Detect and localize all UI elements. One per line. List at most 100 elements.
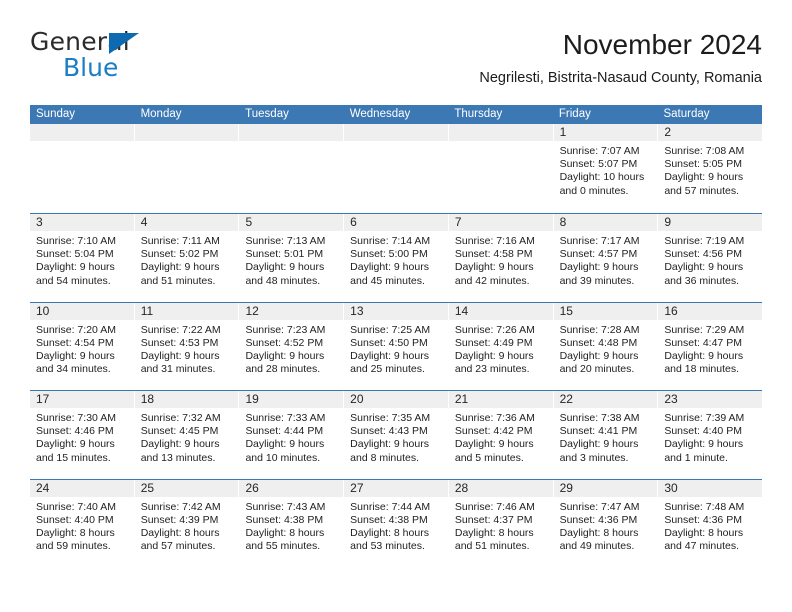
sunrise-text: Sunrise: 7:33 AM bbox=[245, 412, 326, 424]
daylight-text: and 5 minutes. bbox=[454, 451, 524, 464]
weekday-header-wednesday: Wednesday bbox=[349, 108, 411, 120]
calendar-day-cell[interactable]: 10 Sunrise: 7:20 AM Sunset: 4:54 PM Dayligh… bbox=[30, 302, 135, 390]
calendar-day-cell[interactable]: 11 Sunrise: 7:22 AM Sunset: 4:53 PM Dayligh… bbox=[134, 302, 240, 390]
calendar-day-cell[interactable]: 12 Sunrise: 7:23 AM Sunset: 4:52 PM Dayligh… bbox=[239, 302, 345, 390]
daylight-text: Daylight: 9 hours bbox=[454, 349, 534, 362]
calendar-day-cell[interactable]: 22 Sunrise: 7:38 AM Sunset: 4:41 PM Dayligh… bbox=[553, 391, 659, 479]
day-details: Sunrise: 7:20 AM Sunset: 4:54 PM Daylight:… bbox=[30, 320, 134, 377]
sunrise-text: Sunrise: 7:23 AM bbox=[245, 323, 326, 336]
day-details: Sunrise: 7:35 AM Sunset: 4:43 PM Daylight:… bbox=[344, 408, 448, 465]
general-blue-logo[interactable]: General Blue bbox=[30, 28, 250, 90]
day-details: Sunrise: 7:17 AM Sunset: 4:57 PM Daylight:… bbox=[554, 231, 658, 288]
sunrise-text: Sunrise: 7:20 AM bbox=[36, 323, 116, 336]
day-number: 27 bbox=[344, 479, 448, 497]
calendar-day-cell[interactable]: 20 Sunrise: 7:35 AM Sunset: 4:43 PM Dayligh… bbox=[344, 391, 449, 479]
calendar-day-cell[interactable]: 1 Sunrise: 7:07 AM Sunset: 5:07 PM Daylight… bbox=[553, 124, 659, 213]
daylight-text: Daylight: 9 hours bbox=[350, 261, 429, 274]
sunset-text: Sunset: 4:38 PM bbox=[350, 513, 428, 526]
day-details: Sunrise: 7:42 AM Sunset: 4:39 PM Daylight:… bbox=[135, 497, 239, 554]
calendar-day-cell[interactable]: 14 Sunrise: 7:26 AM Sunset: 4:49 PM Dayligh… bbox=[448, 302, 554, 390]
calendar-day-cell[interactable]: 26 Sunrise: 7:43 AM Sunset: 4:38 PM Dayligh… bbox=[239, 479, 345, 567]
sunset-text: Sunset: 5:07 PM bbox=[559, 158, 638, 171]
sunset-text: Sunset: 4:52 PM bbox=[245, 336, 324, 349]
calendar-day-cell[interactable]: 9 Sunrise: 7:19 AM Sunset: 4:56 PM Daylight… bbox=[658, 214, 763, 302]
weekday-header-friday: Friday bbox=[558, 108, 591, 120]
calendar-day-cell[interactable]: 2 Sunrise: 7:08 AM Sunset: 5:05 PM Daylight… bbox=[658, 124, 763, 213]
day-number: 12 bbox=[239, 302, 344, 320]
calendar-week-row: 3 Sunrise: 7:10 AM Sunset: 5:04 PM Daylight… bbox=[30, 213, 763, 302]
daylight-text: Daylight: 9 hours bbox=[559, 261, 639, 274]
daylight-text: and 55 minutes. bbox=[245, 540, 321, 553]
day-details: Sunrise: 7:33 AM Sunset: 4:44 PM Daylight:… bbox=[239, 408, 343, 465]
calendar-cell-empty bbox=[30, 124, 135, 213]
calendar-day-cell[interactable]: 13 Sunrise: 7:25 AM Sunset: 4:50 PM Dayligh… bbox=[344, 302, 449, 390]
daylight-text: Daylight: 9 hours bbox=[664, 438, 744, 451]
day-number: 16 bbox=[658, 302, 763, 320]
calendar-day-cell[interactable]: 19 Sunrise: 7:33 AM Sunset: 4:44 PM Dayligh… bbox=[239, 391, 345, 479]
sunrise-text: Sunrise: 7:11 AM bbox=[140, 235, 220, 247]
sunrise-text: Sunrise: 7:40 AM bbox=[36, 500, 116, 513]
sunrise-text: Sunrise: 7:32 AM bbox=[140, 412, 221, 424]
calendar-day-cell[interactable]: 29 Sunrise: 7:47 AM Sunset: 4:36 PM Dayligh… bbox=[553, 479, 659, 567]
sunrise-text: Sunrise: 7:17 AM bbox=[559, 235, 640, 247]
daylight-text: and 36 minutes. bbox=[664, 274, 740, 287]
calendar-day-cell[interactable]: 5 Sunrise: 7:13 AM Sunset: 5:01 PM Daylight… bbox=[239, 214, 345, 302]
calendar-day-cell[interactable]: 25 Sunrise: 7:42 AM Sunset: 4:39 PM Dayligh… bbox=[134, 479, 240, 567]
daylight-text: Daylight: 9 hours bbox=[664, 171, 744, 184]
sunrise-text: Sunrise: 7:19 AM bbox=[664, 235, 745, 247]
calendar-day-cell[interactable]: 24 Sunrise: 7:40 AM Sunset: 4:40 PM Dayligh… bbox=[30, 479, 135, 567]
day-details: Sunrise: 7:39 AM Sunset: 4:40 PM Daylight:… bbox=[658, 408, 762, 465]
sunrise-text: Sunrise: 7:08 AM bbox=[664, 145, 745, 157]
daylight-text: Daylight: 9 hours bbox=[140, 349, 220, 362]
daylight-text: and 53 minutes. bbox=[350, 540, 425, 553]
day-number: 21 bbox=[448, 391, 553, 408]
sunset-text: Sunset: 4:57 PM bbox=[559, 248, 638, 261]
weekday-header-thursday: Thursday bbox=[454, 108, 503, 120]
daylight-text: Daylight: 9 hours bbox=[454, 261, 534, 274]
sunrise-text: Sunrise: 7:35 AM bbox=[350, 412, 431, 424]
calendar-day-cell[interactable]: 28 Sunrise: 7:46 AM Sunset: 4:37 PM Dayligh… bbox=[448, 479, 554, 567]
calendar-day-cell[interactable]: 21 Sunrise: 7:36 AM Sunset: 4:42 PM Dayligh… bbox=[448, 391, 554, 479]
day-details: Sunrise: 7:08 AM Sunset: 5:05 PM Daylight:… bbox=[658, 141, 762, 198]
calendar-day-cell[interactable]: 6 Sunrise: 7:14 AM Sunset: 5:00 PM Daylight… bbox=[344, 214, 449, 302]
calendar-day-cell[interactable]: 8 Sunrise: 7:17 AM Sunset: 4:57 PM Daylight… bbox=[553, 214, 659, 302]
sunset-text: Sunset: 5:02 PM bbox=[140, 248, 219, 261]
daylight-text: Daylight: 9 hours bbox=[36, 261, 115, 274]
daylight-text: Daylight: 9 hours bbox=[664, 261, 744, 274]
calendar-day-cell[interactable]: 23 Sunrise: 7:39 AM Sunset: 4:40 PM Dayligh… bbox=[658, 391, 763, 479]
day-details bbox=[449, 141, 553, 145]
sunset-text: Sunset: 4:43 PM bbox=[350, 425, 428, 438]
day-number: 7 bbox=[448, 214, 553, 231]
day-number: 5 bbox=[239, 214, 344, 231]
calendar-day-cell[interactable]: 30 Sunrise: 7:48 AM Sunset: 4:36 PM Dayligh… bbox=[658, 479, 763, 568]
calendar-day-cell[interactable]: 4 Sunrise: 7:11 AM Sunset: 5:02 PM Daylight… bbox=[134, 214, 240, 302]
day-details: Sunrise: 7:07 AM Sunset: 5:07 PM Daylight:… bbox=[554, 141, 658, 198]
calendar-day-cell[interactable]: 18 Sunrise: 7:32 AM Sunset: 4:45 PM Dayligh… bbox=[134, 391, 240, 479]
calendar-day-cell[interactable]: 17 Sunrise: 7:30 AM Sunset: 4:46 PM Dayligh… bbox=[30, 391, 135, 479]
daylight-text: and 57 minutes. bbox=[664, 184, 740, 197]
day-number bbox=[134, 124, 239, 141]
daylight-text: and 39 minutes. bbox=[559, 274, 635, 287]
daylight-text: Daylight: 9 hours bbox=[36, 349, 115, 362]
calendar-day-cell[interactable]: 16 Sunrise: 7:29 AM Sunset: 4:47 PM Dayligh… bbox=[658, 302, 763, 391]
calendar-day-cell[interactable]: 27 Sunrise: 7:44 AM Sunset: 4:38 PM Dayligh… bbox=[344, 479, 449, 567]
daylight-text: and 49 minutes. bbox=[559, 540, 635, 553]
calendar-day-cell[interactable]: 15 Sunrise: 7:28 AM Sunset: 4:48 PM Dayligh… bbox=[553, 302, 659, 390]
sunrise-text: Sunrise: 7:22 AM bbox=[140, 323, 221, 336]
calendar-day-cell[interactable]: 7 Sunrise: 7:16 AM Sunset: 4:58 PM Daylight… bbox=[448, 214, 554, 302]
day-details: Sunrise: 7:19 AM Sunset: 4:56 PM Daylight:… bbox=[658, 231, 762, 288]
daylight-text: and 0 minutes. bbox=[559, 184, 629, 197]
calendar-day-cell[interactable]: 3 Sunrise: 7:10 AM Sunset: 5:04 PM Daylight… bbox=[30, 214, 135, 302]
sunset-text: Sunset: 4:38 PM bbox=[245, 513, 324, 526]
calendar-week-row: 10 Sunrise: 7:20 AM Sunset: 4:54 PM Dayligh… bbox=[30, 301, 763, 391]
sunrise-text: Sunrise: 7:14 AM bbox=[350, 235, 431, 247]
sunrise-text: Sunrise: 7:16 AM bbox=[454, 235, 535, 247]
day-number: 13 bbox=[344, 302, 448, 320]
day-details: Sunrise: 7:43 AM Sunset: 4:38 PM Daylight:… bbox=[239, 497, 343, 554]
sunset-text: Sunset: 4:56 PM bbox=[664, 248, 742, 261]
daylight-text: and 25 minutes. bbox=[350, 363, 425, 376]
sunset-text: Sunset: 4:36 PM bbox=[664, 513, 742, 526]
sunrise-text: Sunrise: 7:28 AM bbox=[559, 323, 640, 336]
daylight-text: Daylight: 9 hours bbox=[245, 261, 325, 274]
weekday-header-row: Sunday Monday Tuesday Wednesday Thursday Frid… bbox=[30, 105, 762, 124]
